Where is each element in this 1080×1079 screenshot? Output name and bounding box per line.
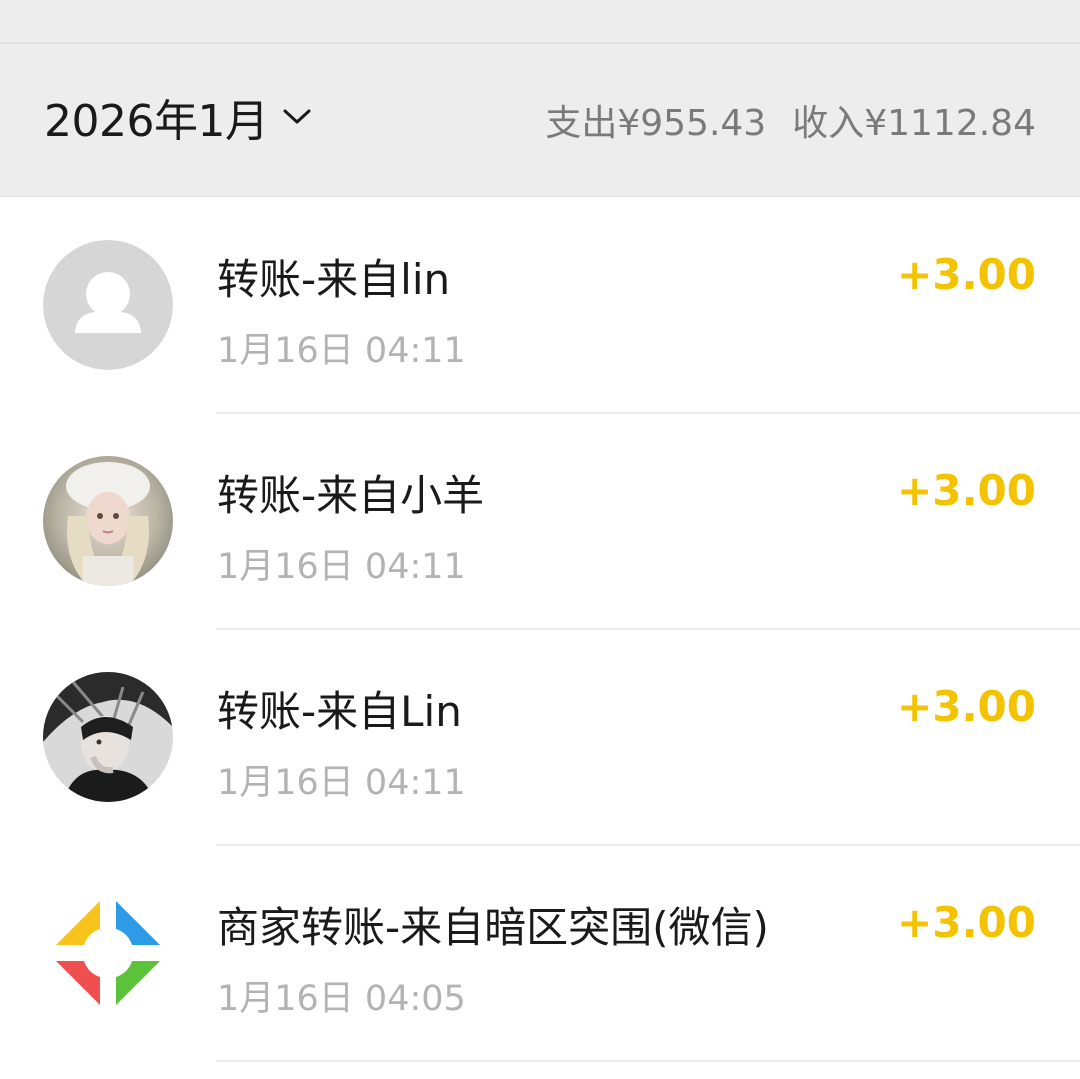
income-total: 收入¥1112.84 xyxy=(792,103,1036,144)
transaction-amount: +3.00 xyxy=(897,682,1036,731)
top-strip xyxy=(0,0,1080,44)
transaction-list: 转账-来自lin 1月16日 04:11 +3.00 转账-来自小羊 1月16日… xyxy=(0,198,1080,1062)
month-summary: 支出¥955.43 收入¥1112.84 xyxy=(545,94,1036,146)
photo-avatar xyxy=(43,456,173,586)
bill-header: 2026年1月 支出¥955.43 收入¥1112.84 xyxy=(0,44,1080,197)
default-person-avatar xyxy=(43,240,173,370)
expense-total: 支出¥955.43 xyxy=(545,103,767,144)
transaction-row[interactable]: 转账-来自lin 1月16日 04:11 +3.00 xyxy=(0,198,1080,414)
transaction-time: 1月16日 04:11 xyxy=(217,331,466,371)
merchant-logo xyxy=(43,888,173,1018)
month-selector[interactable]: 2026年1月 xyxy=(44,92,312,147)
transaction-row[interactable]: 转账-来自小羊 1月16日 04:11 +3.00 xyxy=(0,414,1080,630)
month-label: 2026年1月 xyxy=(44,96,269,147)
transaction-time: 1月16日 04:11 xyxy=(217,763,466,803)
transaction-row[interactable]: 转账-来自Lin 1月16日 04:11 +3.00 xyxy=(0,630,1080,846)
transaction-title: 转账-来自Lin xyxy=(217,687,462,736)
transaction-title: 商家转账-来自暗区突围(微信) xyxy=(217,903,769,952)
chevron-down-icon xyxy=(283,109,311,124)
transaction-time: 1月16日 04:11 xyxy=(217,547,466,587)
transaction-title: 转账-来自lin xyxy=(217,255,451,304)
row-divider xyxy=(216,1060,1080,1062)
transaction-amount: +3.00 xyxy=(897,466,1036,515)
transaction-amount: +3.00 xyxy=(897,898,1036,947)
transaction-time: 1月16日 04:05 xyxy=(217,979,466,1019)
transaction-row[interactable]: 商家转账-来自暗区突围(微信) 1月16日 04:05 +3.00 xyxy=(0,846,1080,1062)
transaction-amount: +3.00 xyxy=(897,250,1036,299)
transaction-title: 转账-来自小羊 xyxy=(217,471,485,520)
photo-avatar xyxy=(43,672,173,802)
